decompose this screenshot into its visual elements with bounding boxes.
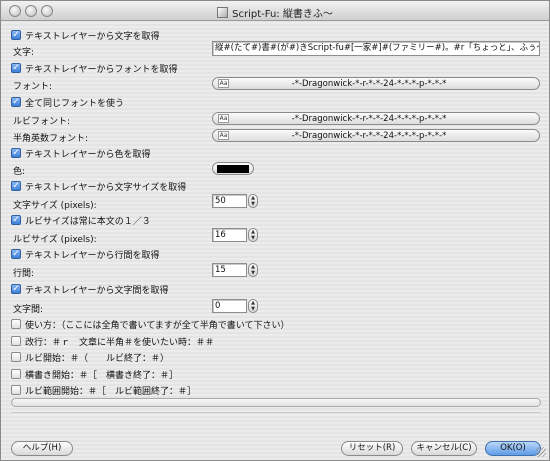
letter-spacing-input[interactable]: 0	[212, 299, 247, 313]
checkbox-unchecked-icon[interactable]	[11, 352, 21, 362]
ruby-size-stepper[interactable]: ▲ ▼	[248, 228, 258, 242]
checkbox-label: 使い方：（ここには全角で書いてますが全て半角で書いて下さい）	[25, 320, 290, 331]
checkbox-label: テキストレイヤーから文字サイズを取得	[25, 182, 187, 193]
cancel-button[interactable]: キャンセル(C)	[411, 441, 477, 456]
checkbox-checked-icon[interactable]: ✓	[11, 249, 21, 259]
stepper-down-icon[interactable]: ▼	[249, 235, 257, 241]
font-icon: Aa	[218, 79, 229, 88]
window-title: Script-Fu: 縦書きふ〜	[232, 9, 333, 20]
font-icon: Aa	[218, 114, 229, 123]
close-window-icon[interactable]	[9, 5, 21, 17]
newline-checkbox[interactable]: 改行：＃ｒ 文章に半角＃を使いたい時：＃＃	[11, 334, 214, 348]
checkbox-label: テキストレイヤーから文字を取得	[25, 31, 160, 42]
checkbox-unchecked-icon[interactable]	[11, 369, 21, 379]
ruby-font-value: -*-Dragonwick-*-r-*-*-24-*-*-*-p-*-*-*	[291, 113, 447, 124]
text-input[interactable]: 縦#(たて#)書#(が#)きScript-fu#[一家#]#(ファミリー#)。#…	[212, 41, 540, 56]
get-text-from-layer-checkbox[interactable]: ✓ テキストレイヤーから文字を取得	[11, 28, 159, 42]
checkbox-label: テキストレイヤーから色を取得	[25, 149, 151, 160]
halfwidth-font-value: -*-Dragonwick-*-r-*-*-24-*-*-*-p-*-*-*	[291, 130, 447, 141]
zoom-window-icon[interactable]	[41, 5, 53, 17]
ruby-font-select-button[interactable]: Aa -*-Dragonwick-*-r-*-*-24-*-*-*-p-*-*-…	[212, 112, 540, 125]
ruby-size-third-checkbox[interactable]: ✓ ルビサイズは常に本文の１／３	[11, 213, 151, 227]
checkbox-label: テキストレイヤーから文字間を取得	[25, 285, 169, 296]
checkbox-checked-icon[interactable]: ✓	[11, 63, 21, 73]
get-color-from-layer-checkbox[interactable]: ✓ テキストレイヤーから色を取得	[11, 146, 150, 160]
checkbox-label: 全て同じフォントを使う	[25, 98, 125, 109]
gimp-document-icon	[217, 7, 229, 18]
checkbox-unchecked-icon[interactable]	[11, 319, 21, 329]
text-size-input[interactable]: 50	[212, 194, 247, 208]
yoko-start-checkbox[interactable]: 横書き開始：＃［ 横書き終了：＃］	[11, 367, 178, 381]
stepper-down-icon[interactable]: ▼	[249, 201, 257, 207]
halfwidth-font-select-button[interactable]: Aa -*-Dragonwick-*-r-*-*-24-*-*-*-p-*-*-…	[212, 129, 540, 142]
text-label: 文字:	[13, 48, 35, 58]
font-icon: Aa	[218, 131, 229, 140]
title-bar[interactable]: Script-Fu: 縦書きふ〜	[1, 1, 549, 21]
checkbox-label: ルビ開始：＃（ ルビ終了：＃）	[25, 353, 170, 364]
checkbox-checked-icon[interactable]: ✓	[11, 284, 21, 294]
checkbox-label: 横書き開始：＃［ 横書き終了：＃］	[25, 370, 179, 381]
resize-grip-icon[interactable]	[536, 447, 546, 457]
get-letterspacing-from-layer-checkbox[interactable]: ✓ テキストレイヤーから文字間を取得	[11, 282, 168, 296]
font-value: -*-Dragonwick-*-r-*-*-24-*-*-*-p-*-*-*	[291, 78, 447, 89]
get-size-from-layer-checkbox[interactable]: ✓ テキストレイヤーから文字サイズを取得	[11, 179, 186, 193]
checkbox-label: 改行：＃ｒ 文章に半角＃を使いたい時：＃＃	[25, 337, 215, 348]
reset-button[interactable]: リセット(R)	[341, 441, 403, 456]
checkbox-unchecked-icon[interactable]	[11, 385, 21, 395]
text-size-label: 文字サイズ (pixels):	[13, 201, 97, 211]
checkbox-unchecked-icon[interactable]	[11, 336, 21, 346]
letter-spacing-stepper[interactable]: ▲ ▼	[248, 299, 258, 313]
checkbox-label: ルビ範囲開始：＃［ ルビ範囲終了：＃］	[25, 386, 197, 397]
color-button[interactable]	[212, 162, 254, 175]
divider	[11, 412, 541, 413]
ok-button[interactable]: OK(O)	[485, 441, 541, 456]
ruby-size-label: ルビサイズ (pixels):	[13, 235, 97, 245]
stepper-down-icon[interactable]: ▼	[249, 270, 257, 276]
use-same-font-checkbox[interactable]: ✓ 全て同じフォントを使う	[11, 95, 124, 109]
checkbox-checked-icon[interactable]: ✓	[11, 181, 21, 191]
font-label: フォント:	[13, 82, 53, 92]
ruby-range-start-checkbox[interactable]: ルビ範囲開始：＃［ ルビ範囲終了：＃］	[11, 383, 196, 397]
checkbox-checked-icon[interactable]: ✓	[11, 97, 21, 107]
checkbox-label: テキストレイヤーから行間を取得	[25, 250, 160, 261]
ruby-start-checkbox[interactable]: ルビ開始：＃（ ルビ終了：＃）	[11, 350, 169, 364]
ruby-size-input[interactable]: 16	[212, 228, 247, 242]
checkbox-checked-icon[interactable]: ✓	[11, 30, 21, 40]
get-linespacing-from-layer-checkbox[interactable]: ✓ テキストレイヤーから行間を取得	[11, 247, 159, 261]
checkbox-checked-icon[interactable]: ✓	[11, 215, 21, 225]
line-spacing-input[interactable]: 15	[212, 263, 247, 277]
font-select-button[interactable]: Aa -*-Dragonwick-*-r-*-*-24-*-*-*-p-*-*-…	[212, 77, 540, 90]
line-spacing-label: 行間:	[13, 269, 35, 279]
checkbox-label: ルビサイズは常に本文の１／３	[25, 216, 151, 227]
ruby-font-label: ルビフォント:	[13, 117, 71, 127]
checkbox-label: テキストレイヤーからフォントを取得	[25, 64, 178, 75]
get-font-from-layer-checkbox[interactable]: ✓ テキストレイヤーからフォントを取得	[11, 61, 177, 75]
letter-spacing-label: 文字間:	[13, 305, 44, 315]
checkbox-checked-icon[interactable]: ✓	[11, 148, 21, 158]
script-fu-dialog: Script-Fu: 縦書きふ〜 ✓ テキストレイヤーから文字を取得 文字: 縦…	[0, 0, 550, 461]
progress-bar	[11, 398, 541, 407]
stepper-down-icon[interactable]: ▼	[249, 306, 257, 312]
color-label: 色:	[13, 167, 26, 177]
text-size-stepper[interactable]: ▲ ▼	[248, 194, 258, 208]
line-spacing-stepper[interactable]: ▲ ▼	[248, 263, 258, 277]
minimize-window-icon[interactable]	[25, 5, 37, 17]
halfwidth-font-label: 半角英数フォント:	[13, 134, 89, 144]
color-swatch	[217, 165, 249, 173]
help-button[interactable]: ヘルプ(H)	[11, 441, 73, 456]
usage-checkbox[interactable]: 使い方：（ここには全角で書いてますが全て半角で書いて下さい）	[11, 317, 290, 331]
